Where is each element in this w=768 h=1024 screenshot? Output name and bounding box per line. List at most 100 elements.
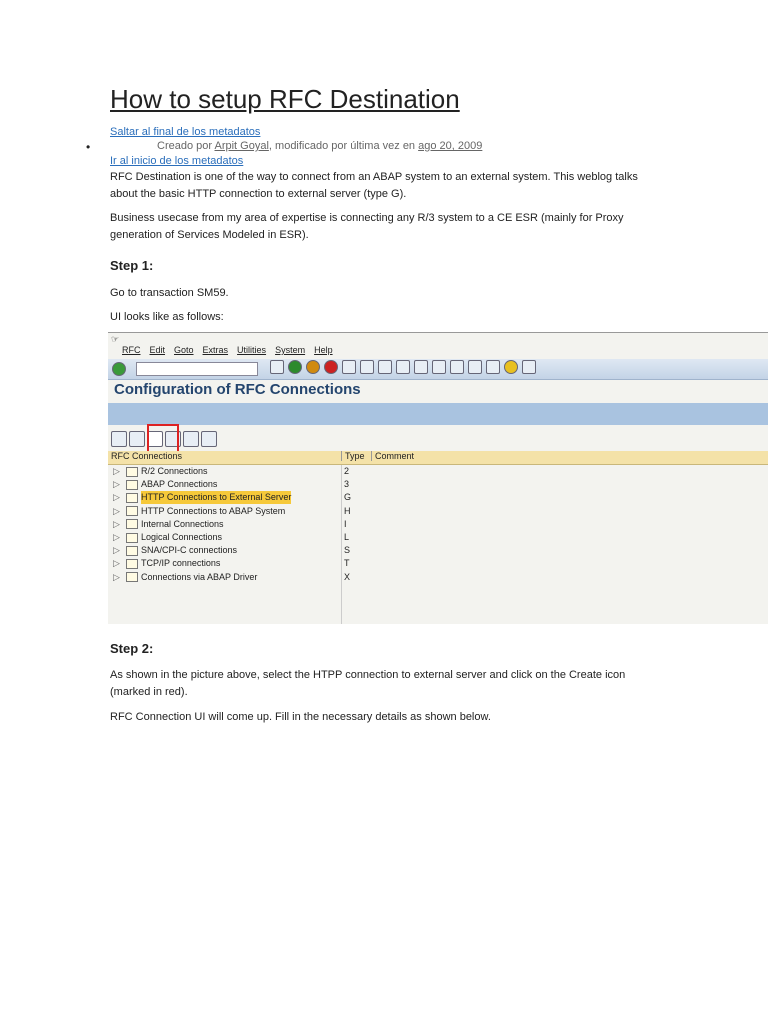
table-row[interactable]: ▷ HTTP Connections to ABAP System H: [108, 505, 768, 518]
intro-paragraph: RFC Destination is one of the way to con…: [110, 171, 638, 200]
expand-arrow-icon[interactable]: ▷: [113, 465, 120, 478]
expand-arrow-icon[interactable]: ▷: [113, 571, 120, 584]
author-link[interactable]: Arpit Goyal: [215, 140, 269, 152]
row-name: Logical Connections: [141, 532, 223, 542]
first-page-icon[interactable]: [396, 360, 410, 374]
last-page-icon[interactable]: [450, 360, 464, 374]
row-type: 2: [344, 466, 350, 476]
row-type: H: [344, 505, 351, 516]
folder-icon: [126, 531, 142, 544]
sap-menu-icon: ☞: [111, 334, 120, 344]
command-field[interactable]: [136, 362, 258, 376]
refresh-icon[interactable]: [111, 431, 127, 447]
step2-heading: Step 2:: [110, 641, 154, 656]
table-row[interactable]: ▷ HTTP Connections to External Server G: [108, 491, 768, 505]
table-header: RFC Connections Type Comment: [108, 451, 768, 465]
step1-text-2: UI looks like as follows:: [110, 311, 224, 323]
table-row[interactable]: ▷ Connections via ABAP Driver X: [108, 571, 768, 584]
menu-rfc[interactable]: RFC: [122, 345, 141, 355]
find-icon[interactable]: [129, 431, 145, 447]
expand-arrow-icon[interactable]: ▷: [113, 557, 120, 570]
table-row[interactable]: ▷ SNA/CPI-C connections S: [108, 544, 768, 557]
table-row[interactable]: ▷ ABAP Connections 3: [108, 478, 768, 491]
display-icon[interactable]: [183, 431, 199, 447]
sap-menu-bar: RFC Edit Goto Extras Utilities System Help: [122, 345, 342, 355]
menu-system[interactable]: System: [275, 345, 305, 355]
exit-icon[interactable]: [306, 360, 320, 374]
skip-to-end-link[interactable]: Saltar al final de los metadatos: [110, 126, 260, 138]
sap-title-band: [108, 403, 768, 425]
row-type: S: [344, 545, 351, 556]
table-row[interactable]: ▷ R/2 Connections 2: [108, 465, 768, 478]
expand-arrow-icon[interactable]: ▷: [113, 531, 120, 544]
expand-arrow-icon[interactable]: ▷: [113, 505, 120, 518]
folder-icon: [126, 505, 142, 518]
step2-text: As shown in the picture above, select th…: [110, 669, 626, 698]
go-to-start-link[interactable]: Ir al inicio de los metadatos: [110, 155, 243, 167]
usecase-paragraph: Business usecase from my area of experti…: [110, 212, 624, 241]
created-by-label: Creado por: [157, 140, 213, 152]
find-icon[interactable]: [360, 360, 374, 374]
expand-arrow-icon[interactable]: ▷: [113, 478, 120, 491]
layout-icon[interactable]: [522, 360, 536, 374]
row-name: Internal Connections: [141, 518, 224, 529]
menu-goto[interactable]: Goto: [174, 345, 194, 355]
sap-screenshot: ☞ RFC Edit Goto Extras Utilities System Help C…: [108, 332, 768, 624]
next-page-icon[interactable]: [432, 360, 446, 374]
table-row[interactable]: ▷ TCP/IP connections T: [108, 557, 768, 570]
row-type: G: [344, 492, 352, 503]
shortcut-icon[interactable]: [486, 360, 500, 374]
cancel-icon[interactable]: [324, 360, 338, 374]
print-icon[interactable]: [342, 360, 356, 374]
step2-text-2: RFC Connection UI will come up. Fill in …: [110, 711, 491, 723]
folder-icon: [126, 544, 142, 557]
row-name: HTTP Connections to ABAP System: [141, 505, 286, 516]
menu-utilities[interactable]: Utilities: [237, 345, 266, 355]
enter-icon[interactable]: [112, 362, 126, 376]
toolbar-icons: [268, 360, 538, 374]
new-session-icon[interactable]: [468, 360, 482, 374]
metadata-line: Creado por Arpit Goyal, modificado por ú…: [157, 140, 482, 152]
folder-icon: [126, 478, 142, 491]
col-rfc-connections: RFC Connections: [111, 451, 183, 461]
modified-label: , modificado por última vez en: [268, 140, 416, 152]
step1-text: Go to transaction SM59.: [110, 287, 229, 299]
menu-help[interactable]: Help: [314, 345, 333, 355]
col-type: Type: [341, 451, 365, 461]
help-icon[interactable]: [504, 360, 518, 374]
folder-icon: [126, 557, 142, 570]
save-icon[interactable]: [270, 360, 284, 374]
table-row[interactable]: ▷ Logical Connections L: [108, 531, 768, 544]
page-title: How to setup RFC Destination: [110, 84, 460, 114]
row-name: SNA/CPI-C connections: [141, 545, 238, 556]
row-name: ABAP Connections: [141, 479, 218, 490]
row-type: L: [344, 532, 350, 542]
bullet: •: [86, 140, 91, 154]
step1-heading: Step 1:: [110, 258, 154, 273]
col-comment: Comment: [371, 451, 414, 461]
row-name: R/2 Connections: [141, 466, 208, 476]
date-link[interactable]: ago 20, 2009: [418, 140, 482, 152]
row-type: I: [344, 518, 347, 529]
menu-edit[interactable]: Edit: [150, 345, 166, 355]
folder-icon: [126, 491, 142, 504]
table-row[interactable]: ▷ Internal Connections I: [108, 518, 768, 531]
sap-screen-title: Configuration of RFC Connections: [114, 381, 361, 398]
sap-toolbar: [108, 359, 768, 380]
delete-icon[interactable]: [201, 431, 217, 447]
menu-extras[interactable]: Extras: [203, 345, 229, 355]
find-next-icon[interactable]: [378, 360, 392, 374]
expand-arrow-icon[interactable]: ▷: [113, 491, 120, 504]
row-name: Connections via ABAP Driver: [141, 571, 258, 582]
row-name: HTTP Connections to External Server: [141, 491, 292, 505]
expand-arrow-icon[interactable]: ▷: [113, 518, 120, 531]
prev-page-icon[interactable]: [414, 360, 428, 374]
expand-arrow-icon[interactable]: ▷: [113, 544, 120, 557]
folder-icon: [126, 571, 142, 584]
row-type: X: [344, 571, 351, 582]
row-type: T: [344, 558, 350, 569]
folder-icon: [126, 465, 142, 478]
back-icon[interactable]: [288, 360, 302, 374]
row-name: TCP/IP connections: [141, 558, 221, 569]
row-type: 3: [344, 479, 350, 490]
